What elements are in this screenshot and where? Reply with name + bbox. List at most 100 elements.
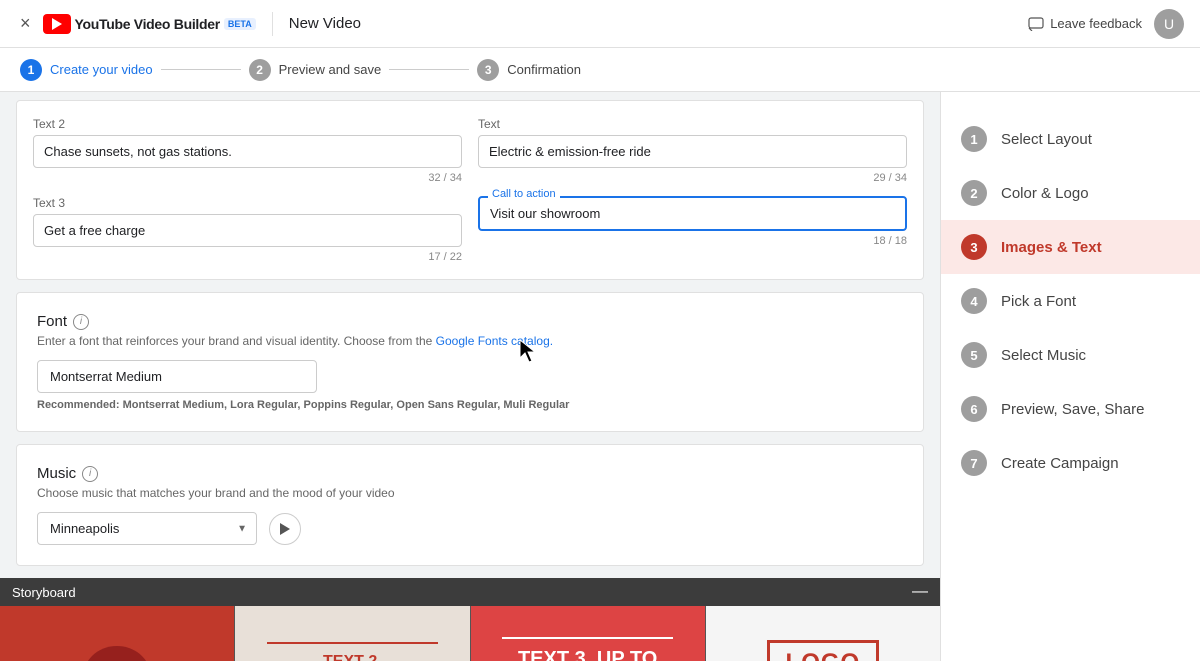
text3-input[interactable] — [33, 214, 462, 247]
drop-shape — [82, 646, 152, 661]
text2-charcount: 32 / 34 — [33, 172, 462, 184]
text2-input[interactable] — [33, 135, 462, 168]
font-input-wrap: Montserrat Medium — [37, 360, 317, 393]
cta-wrap: Call to action 18 / 18 — [478, 196, 907, 263]
storyboard-label: Storyboard — [12, 585, 76, 600]
sidebar: 1 Select Layout 2 Color & Logo 3 Images … — [940, 92, 1200, 661]
sidebar-label-7: Create Campaign — [1001, 455, 1119, 472]
text2-label: Text 2 — [33, 117, 462, 131]
step-1[interactable]: 1 Create your video — [20, 59, 153, 81]
sidebar-label-2: Color & Logo — [1001, 185, 1089, 202]
electric-input[interactable] — [478, 135, 907, 168]
topbar-right: Leave feedback U — [1028, 9, 1184, 39]
sidebar-item-preview-save[interactable]: 6 Preview, Save, Share — [941, 382, 1200, 436]
storyboard-panel-1: Image 3 — [0, 606, 234, 661]
panel3-deco-top — [502, 637, 673, 639]
text3-charcount: 17 / 22 — [33, 251, 462, 263]
feedback-button[interactable]: Leave feedback — [1028, 16, 1142, 31]
sidebar-label-1: Select Layout — [1001, 131, 1092, 148]
music-title: Music i — [37, 465, 903, 482]
avatar[interactable]: U — [1154, 9, 1184, 39]
text3-label: Text 3 — [33, 196, 462, 210]
step-2[interactable]: 2 Preview and save — [249, 59, 382, 81]
electric-wrap: Text 29 / 34 — [478, 117, 907, 184]
divider — [272, 12, 273, 36]
storyboard-bar: Storyboard — — [0, 578, 940, 606]
storyboard-minimize-button[interactable]: — — [912, 583, 928, 601]
sidebar-item-color-logo[interactable]: 2 Color & Logo — [941, 166, 1200, 220]
music-info-icon[interactable]: i — [82, 466, 98, 482]
storyboard: Storyboard — Image 3 — [0, 578, 940, 661]
feedback-icon — [1028, 17, 1044, 31]
steps-bar: 1 Create your video 2 Preview and save 3… — [0, 48, 1200, 92]
music-card: Music i Choose music that matches your b… — [16, 444, 924, 566]
sidebar-item-select-music[interactable]: 5 Select Music — [941, 328, 1200, 382]
text-inputs-row-2: Text 3 17 / 22 Call to action 18 / 18 — [33, 196, 907, 263]
sidebar-label-5: Select Music — [1001, 347, 1086, 364]
step-1-num: 1 — [20, 59, 42, 81]
logo-box: LOGO — [767, 640, 880, 661]
step-2-label: Preview and save — [279, 62, 382, 77]
cta-charcount: 18 / 18 — [478, 235, 907, 247]
youtube-logo: YouTube Video Builder BETA — [43, 14, 256, 34]
sidebar-num-6: 6 — [961, 396, 987, 422]
electric-charcount: 29 / 34 — [478, 172, 907, 184]
music-select[interactable]: Minneapolis Relaxed Upbeat Classical — [37, 512, 257, 545]
panel2-deco-top — [267, 642, 438, 644]
text-inputs-card: Text 2 32 / 34 Text 29 / 34 Text 3 17 / … — [16, 100, 924, 280]
brand-text: YouTube Video Builder — [75, 16, 220, 32]
storyboard-panel-4: LOGO CALL TO ACTION — [705, 606, 940, 661]
video-title: New Video — [289, 15, 361, 32]
step-connector-2 — [389, 69, 469, 70]
storyboard-panel-3: TEXT 3, UP TO 22 CHARACTERS — [470, 606, 705, 661]
close-button[interactable]: × — [16, 9, 35, 38]
font-info-icon[interactable]: i — [73, 314, 89, 330]
font-recommended: Recommended: Montserrat Medium, Lora Reg… — [37, 399, 903, 411]
feedback-label: Leave feedback — [1050, 16, 1142, 31]
music-desc: Choose music that matches your brand and… — [37, 486, 903, 500]
step-connector-1 — [161, 69, 241, 70]
topbar-left: × YouTube Video Builder BETA New Video — [16, 9, 361, 38]
sidebar-num-5: 5 — [961, 342, 987, 368]
step-3[interactable]: 3 Confirmation — [477, 59, 581, 81]
sidebar-num-1: 1 — [961, 126, 987, 152]
music-select-wrap: Minneapolis Relaxed Upbeat Classical — [37, 512, 257, 545]
sidebar-num-3: 3 — [961, 234, 987, 260]
cta-input[interactable] — [478, 196, 907, 231]
sidebar-item-create-campaign[interactable]: 7 Create Campaign — [941, 436, 1200, 490]
sidebar-num-4: 4 — [961, 288, 987, 314]
font-link[interactable]: Google Fonts catalog. — [436, 334, 553, 348]
sidebar-item-pick-font[interactable]: 4 Pick a Font — [941, 274, 1200, 328]
sidebar-item-images-text[interactable]: 3 Images & Text — [941, 220, 1200, 274]
text2-wrap: Text 2 32 / 34 — [33, 117, 462, 184]
content-area: Text 2 32 / 34 Text 29 / 34 Text 3 17 / … — [0, 92, 940, 661]
storyboard-panel-2: TEXT 2, UP TO 34 CHARACTERS — [234, 606, 469, 661]
sidebar-item-select-layout[interactable]: 1 Select Layout — [941, 112, 1200, 166]
logo-text: LOGO — [786, 649, 861, 661]
music-select-row: Minneapolis Relaxed Upbeat Classical — [37, 512, 903, 545]
music-play-button[interactable] — [269, 513, 301, 545]
beta-badge: BETA — [224, 18, 256, 30]
step-3-label: Confirmation — [507, 62, 581, 77]
electric-label: Text — [478, 117, 907, 131]
step-3-num: 3 — [477, 59, 499, 81]
text-inputs-row: Text 2 32 / 34 Text 29 / 34 — [33, 117, 907, 184]
step-1-label: Create your video — [50, 62, 153, 77]
font-card: Font i Enter a font that reinforces your… — [16, 292, 924, 432]
step-2-num: 2 — [249, 59, 271, 81]
play-icon — [279, 522, 291, 536]
storyboard-panels: Image 3 TEXT 2, UP TO 34 — [0, 606, 940, 661]
sidebar-num-7: 7 — [961, 450, 987, 476]
sidebar-num-2: 2 — [961, 180, 987, 206]
main-layout: Text 2 32 / 34 Text 29 / 34 Text 3 17 / … — [0, 92, 1200, 661]
topbar: × YouTube Video Builder BETA New Video L… — [0, 0, 1200, 48]
font-title: Font i — [37, 313, 903, 330]
cta-label: Call to action — [488, 188, 560, 200]
panel2-text: TEXT 2, UP TO 34 CHARACTERS — [259, 652, 446, 661]
youtube-icon — [43, 14, 71, 34]
panel3-text: TEXT 3, UP TO 22 CHARACTERS — [504, 647, 672, 661]
sidebar-label-4: Pick a Font — [1001, 293, 1076, 310]
font-desc: Enter a font that reinforces your brand … — [37, 334, 903, 348]
text3-wrap: Text 3 17 / 22 — [33, 196, 462, 263]
sidebar-label-6: Preview, Save, Share — [1001, 401, 1144, 418]
